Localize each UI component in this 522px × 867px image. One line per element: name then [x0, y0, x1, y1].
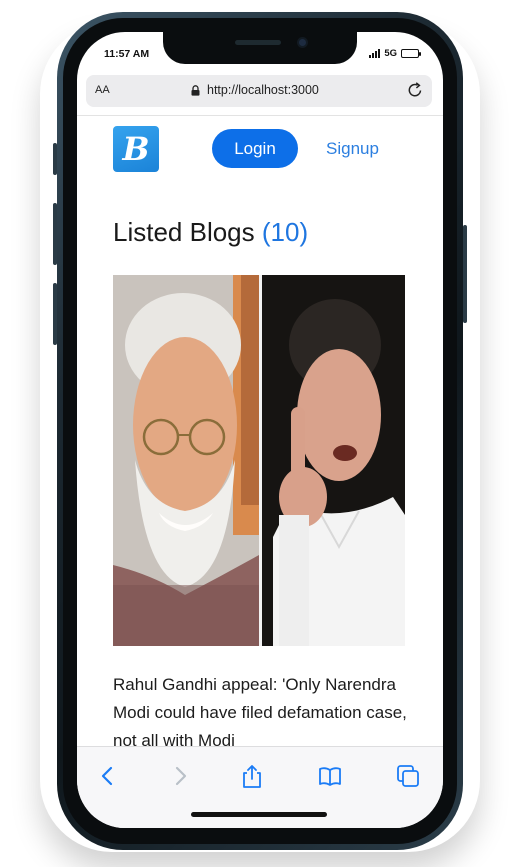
- mute-switch: [53, 143, 57, 175]
- status-time: 11:57 AM: [104, 48, 150, 60]
- address-bar[interactable]: AA http://localhost:3000: [86, 75, 432, 107]
- volume-up-button: [53, 203, 57, 265]
- volume-down-button: [53, 283, 57, 345]
- login-button[interactable]: Login: [212, 129, 298, 168]
- tabs-icon[interactable]: [395, 763, 421, 789]
- network-label: 5G: [384, 48, 397, 59]
- chevron-right-icon[interactable]: [167, 763, 193, 789]
- battery-icon: [401, 49, 421, 58]
- signal-bars-icon: [369, 49, 381, 58]
- reload-icon[interactable]: [406, 81, 424, 99]
- status-indicators: 5G: [369, 48, 421, 59]
- page-title: Listed Blogs (10): [113, 217, 308, 248]
- url-text[interactable]: http://localhost:3000: [207, 83, 319, 97]
- speaker: [235, 40, 281, 45]
- text-size-button[interactable]: AA: [95, 84, 110, 96]
- right-portrait: [259, 275, 405, 646]
- notch: [163, 32, 357, 64]
- logo-letter: B: [122, 130, 150, 168]
- power-button: [463, 225, 467, 323]
- lock-icon: [191, 85, 200, 96]
- brand-logo[interactable]: B: [113, 126, 159, 172]
- header-divider: [77, 115, 443, 116]
- chevron-left-icon[interactable]: [95, 763, 121, 789]
- book-icon[interactable]: [317, 763, 343, 789]
- home-indicator: [191, 812, 327, 817]
- front-camera: [297, 37, 308, 48]
- blog-image[interactable]: [113, 275, 405, 646]
- blog-count: (10): [261, 217, 309, 247]
- share-icon[interactable]: [239, 763, 265, 789]
- page-title-text: Listed Blogs: [113, 217, 255, 247]
- signup-link[interactable]: Signup: [326, 139, 379, 159]
- blog-title[interactable]: Rahul Gandhi appeal: 'Only Narendra Modi…: [113, 671, 413, 755]
- left-portrait: [113, 275, 259, 646]
- phone-screen: 11:57 AM 5G AA http://localhost:3000 B L…: [77, 32, 443, 828]
